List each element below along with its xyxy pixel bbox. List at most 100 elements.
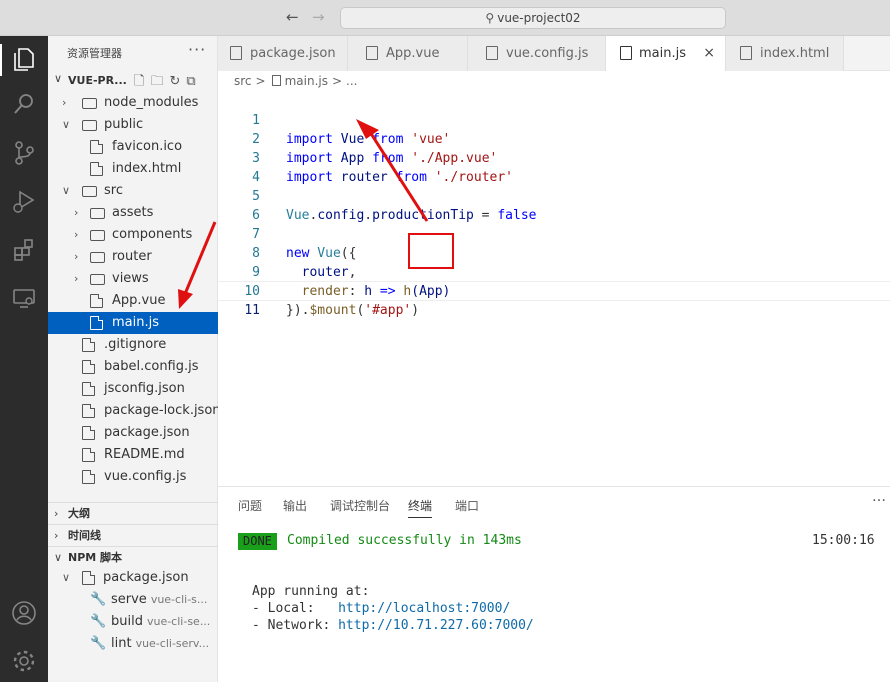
panel-tab-terminal[interactable]: 终端: [408, 497, 433, 518]
npm-file-label: package.json: [103, 570, 189, 585]
breadcrumb-more[interactable]: ...: [346, 74, 357, 88]
close-icon[interactable]: ×: [703, 36, 715, 71]
section-outline[interactable]: › 大纲: [48, 502, 218, 524]
tree-item-label: favicon.ico: [112, 139, 183, 154]
chevron-right-icon: ›: [54, 529, 59, 542]
script-command: vue-cli-s...: [150, 593, 208, 606]
chevron-down-icon: ∨: [54, 72, 63, 85]
tree-item-src[interactable]: ∨ src: [48, 180, 218, 202]
tree-item-label: router: [112, 249, 152, 264]
tab-package-json[interactable]: package.json: [218, 36, 348, 71]
tree-item-app-vue[interactable]: App.vue: [48, 290, 218, 312]
file-icon: [82, 404, 95, 418]
tree-item-router[interactable]: › router: [48, 246, 218, 268]
folder-icon: [90, 252, 105, 263]
breadcrumb-file[interactable]: main.js: [285, 74, 328, 88]
remote-explorer-icon[interactable]: [10, 286, 38, 314]
file-icon: [90, 162, 103, 176]
explorer-header: 资源管理器 ···: [48, 36, 218, 68]
arrow-right-icon[interactable]: →: [312, 8, 325, 26]
tree-item-views[interactable]: › views: [48, 268, 218, 290]
command-center-search[interactable]: ⚲ vue-project02: [340, 7, 726, 29]
file-icon: [620, 46, 632, 60]
tree-item-label: public: [104, 117, 144, 132]
tree-item-gitignore[interactable]: .gitignore: [48, 334, 218, 356]
wrench-icon: 🔧: [90, 614, 107, 629]
editor-tab-bar: package.json App.vue vue.config.js main.…: [218, 36, 890, 71]
tree-item-jsconfig-json[interactable]: jsconfig.json: [48, 378, 218, 400]
file-icon: [90, 316, 103, 330]
run-debug-icon[interactable]: [10, 188, 38, 216]
tree-item-node-modules[interactable]: › node_modules: [48, 92, 218, 114]
tab-app-vue[interactable]: App.vue: [348, 36, 468, 71]
collapse-all-icon[interactable]: ⧉: [186, 74, 201, 89]
settings-gear-icon[interactable]: [10, 648, 38, 676]
files-icon[interactable]: [10, 46, 38, 74]
tab-vue-config-js[interactable]: vue.config.js: [468, 36, 606, 71]
arrow-left-icon[interactable]: ←: [286, 8, 299, 26]
tree-item-vue-config-js[interactable]: vue.config.js: [48, 466, 218, 488]
breadcrumb-src[interactable]: src: [234, 74, 252, 88]
tree-item-favicon-ico[interactable]: favicon.ico: [48, 136, 218, 158]
file-icon: [90, 140, 103, 154]
npm-script-serve[interactable]: 🔧 serve vue-cli-s...: [48, 589, 218, 611]
tab-index-html[interactable]: index.html: [726, 36, 844, 71]
tree-item-babel-config-js[interactable]: babel.config.js: [48, 356, 218, 378]
npm-package-json[interactable]: ∨ package.json: [48, 567, 218, 589]
local-url-link[interactable]: http://localhost:7000/: [338, 601, 510, 616]
string: '#app': [364, 303, 412, 318]
tree-item-package-lock-json[interactable]: package-lock.json: [48, 400, 221, 422]
chevron-down-icon: ∨: [62, 571, 71, 584]
tree-item-assets[interactable]: › assets: [48, 202, 218, 224]
panel-more-icon[interactable]: …: [872, 489, 886, 505]
section-timeline-label: 时间线: [68, 529, 101, 542]
wrench-icon: 🔧: [90, 592, 107, 607]
section-npm-scripts[interactable]: ∨ NPM 脚本: [48, 546, 218, 568]
panel-tab-output[interactable]: 输出: [283, 497, 307, 514]
tab-label: package.json: [250, 46, 336, 61]
identifier: $mount: [309, 303, 357, 318]
tab-main-js[interactable]: main.js ×: [606, 36, 726, 71]
explorer-sidebar: 资源管理器 ··· ∨ VUE-PR... 🗋🗀↻⧉ › node_modules…: [48, 36, 221, 682]
tab-label: vue.config.js: [506, 46, 589, 61]
compile-time: 15:00:16: [812, 533, 875, 548]
file-icon: [82, 571, 95, 585]
tree-item-index-html[interactable]: index.html: [48, 158, 218, 180]
tree-item-public[interactable]: ∨ public: [48, 114, 218, 136]
activity-bar: [0, 36, 48, 682]
chevron-right-icon: ›: [74, 272, 79, 285]
search-icon[interactable]: [10, 92, 38, 120]
new-folder-icon[interactable]: 🗀: [150, 74, 169, 89]
file-icon: [82, 470, 95, 484]
compiled-message: Compiled successfully in 143ms: [287, 533, 522, 548]
panel-tab-debug-console[interactable]: 调试控制台: [330, 497, 390, 514]
npm-script-build[interactable]: 🔧 build vue-cli-se...: [48, 611, 218, 633]
code-editor[interactable]: 1 import Vue from 'vue' 2 import App fro…: [218, 90, 890, 486]
tab-label: index.html: [760, 46, 830, 61]
punctuation: ): [411, 303, 420, 318]
network-label: - Network:: [252, 618, 339, 633]
panel-tab-ports[interactable]: 端口: [455, 497, 479, 514]
tree-item-main-js[interactable]: main.js: [48, 312, 218, 334]
tree-item-package-json[interactable]: package.json: [48, 422, 218, 444]
section-outline-label: 大纲: [68, 507, 90, 520]
account-icon[interactable]: [10, 600, 38, 628]
source-control-icon[interactable]: [10, 140, 38, 168]
panel-tab-problems[interactable]: 问题: [238, 497, 262, 514]
tab-label: App.vue: [386, 46, 440, 61]
extensions-icon[interactable]: [10, 238, 38, 266]
tree-item-components[interactable]: › components: [48, 224, 218, 246]
new-file-icon[interactable]: 🗋: [134, 74, 150, 89]
search-text: vue-project02: [497, 11, 581, 25]
network-url-link[interactable]: http://10.71.227.60:7000/: [338, 618, 534, 633]
tree-item-readme-md[interactable]: README.md: [48, 444, 218, 466]
project-root[interactable]: ∨ VUE-PR... 🗋🗀↻⧉: [48, 70, 218, 92]
section-timeline[interactable]: › 时间线: [48, 524, 218, 546]
npm-script-lint[interactable]: 🔧 lint vue-cli-serv...: [48, 633, 218, 655]
more-actions-icon[interactable]: ···: [188, 40, 206, 59]
tree-item-label: README.md: [104, 447, 185, 462]
code-line: 9 render: h => h(App): [218, 244, 890, 299]
chevron-down-icon: ∨: [54, 551, 63, 564]
refresh-icon[interactable]: ↻: [169, 74, 186, 89]
code-line-current: 11: [218, 281, 890, 318]
